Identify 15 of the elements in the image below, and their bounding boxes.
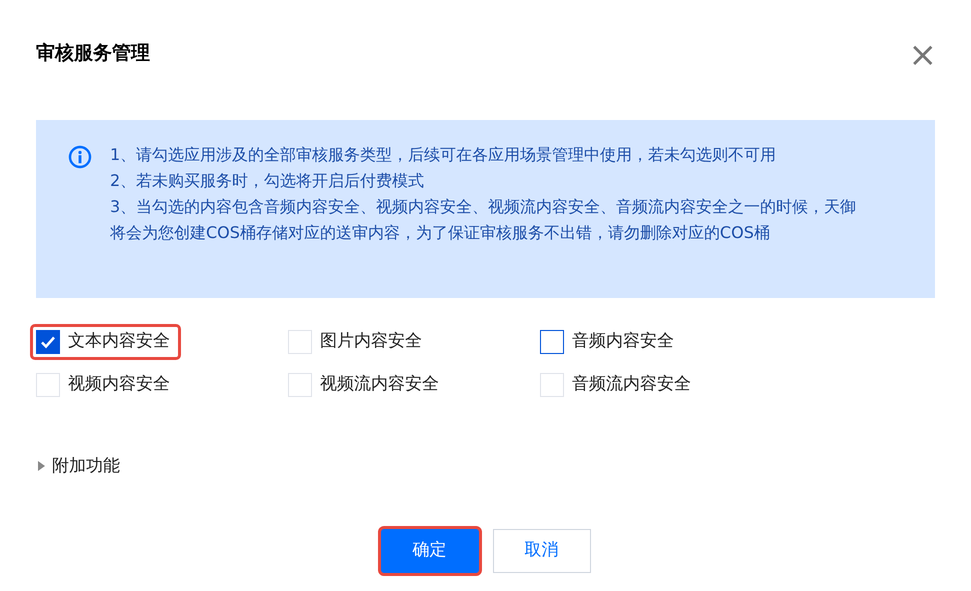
checkbox[interactable]: 文本内容安全	[30, 324, 181, 360]
expand-toggle[interactable]: 附加功能	[36, 454, 120, 479]
checkbox[interactable]: 音频内容安全	[534, 324, 685, 360]
close-button[interactable]: ×	[906, 40, 939, 70]
checkbox[interactable]: 视频流内容安全	[282, 366, 450, 402]
checkbox[interactable]: 图片内容安全	[282, 324, 433, 360]
notice-text: 3、当勾选的内容包含音频内容安全、视频内容安全、视频流内容安全、音频流内容安全之一的时候，天御将会为您创建COS桶存储对应的送审内容，为了保证审核服务不出错，请勿删除对应的COS桶	[110, 196, 858, 244]
info-icon	[68, 145, 92, 169]
checkbox[interactable]: 视频内容安全	[30, 366, 181, 402]
cancel-button[interactable]: 取消	[492, 529, 590, 573]
caret-icon	[36, 460, 46, 472]
notice-text: 2、若未购买服务时，勾选将开启后付费模式	[110, 170, 426, 192]
dialog-title: 审核服务管理	[36, 41, 150, 66]
notice-text: 1、请勾选应用涉及的全部审核服务类型，后续可在各应用场景管理中使用，若未勾选则不可用	[110, 144, 778, 166]
checkbox[interactable]: 音频流内容安全	[534, 366, 702, 402]
